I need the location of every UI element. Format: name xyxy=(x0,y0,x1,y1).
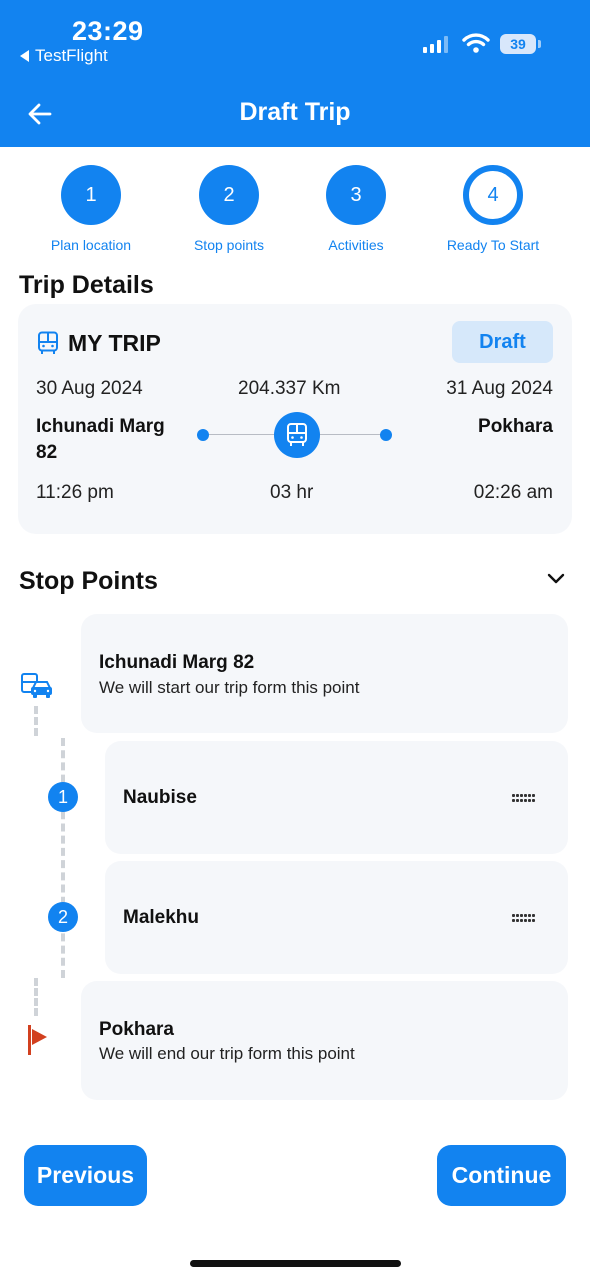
back-app-label: TestFlight xyxy=(35,46,108,65)
drag-handle-icon[interactable] xyxy=(512,914,535,922)
progress-stepper: 1 Plan location 2 Stop points 3 Activiti… xyxy=(0,165,590,255)
app-header: 23:29 TestFlight 39 Draft Trip xyxy=(0,0,590,147)
end-point-description: We will end our trip form this point xyxy=(99,1044,355,1063)
route-start-dot xyxy=(197,429,209,441)
step-number: 2 xyxy=(199,165,259,225)
trip-name: MY TRIP xyxy=(68,330,161,356)
step-number: 1 xyxy=(61,165,121,225)
start-point-description: We will start our trip form this point xyxy=(99,678,360,697)
connector-line xyxy=(34,706,38,736)
page-title: Draft Trip xyxy=(239,98,351,126)
connector-line xyxy=(61,738,65,978)
home-indicator[interactable] xyxy=(190,1260,401,1267)
drag-handle-icon[interactable] xyxy=(512,794,535,802)
end-time: 02:26 am xyxy=(473,482,553,503)
step-activities[interactable]: 3 Activities xyxy=(286,165,426,253)
stop-point-card[interactable]: Naubise xyxy=(105,741,568,854)
status-badge: Draft xyxy=(452,321,553,363)
trip-duration: 03 hr xyxy=(270,482,314,503)
chevron-down-icon[interactable] xyxy=(546,572,566,586)
trip-details-heading: Trip Details xyxy=(19,271,154,299)
bus-icon xyxy=(38,331,58,354)
wifi-icon xyxy=(462,33,490,53)
back-to-app-link[interactable]: TestFlight xyxy=(20,46,108,66)
route-end-dot xyxy=(380,429,392,441)
start-time: 11:26 pm xyxy=(36,482,114,503)
connector-line xyxy=(34,978,38,1016)
step-ready-to-start[interactable]: 4 Ready To Start xyxy=(423,165,563,253)
cellular-signal-icon xyxy=(423,36,448,53)
step-number: 4 xyxy=(463,165,523,225)
battery-level: 39 xyxy=(510,36,526,52)
start-point-name: Ichunadi Marg 82 xyxy=(99,652,255,673)
stop-point-name: Naubise xyxy=(123,787,197,808)
stop-point-card[interactable]: Malekhu xyxy=(105,861,568,974)
step-number: 3 xyxy=(326,165,386,225)
end-point-name: Pokhara xyxy=(99,1019,174,1040)
trip-summary-card[interactable]: MY TRIP Draft 30 Aug 2024 204.337 Km 31 … xyxy=(18,304,572,534)
stop-number-badge: 1 xyxy=(48,782,78,812)
step-stop-points[interactable]: 2 Stop points xyxy=(159,165,299,253)
step-plan-location[interactable]: 1 Plan location xyxy=(21,165,161,253)
stop-points-heading: Stop Points xyxy=(19,567,158,595)
flag-icon xyxy=(28,1025,47,1055)
step-label: Activities xyxy=(328,237,384,253)
origin-line-2: 82 xyxy=(36,442,58,463)
stop-point-name: Malekhu xyxy=(123,907,200,928)
step-label: Ready To Start xyxy=(446,237,540,253)
stop-number-badge: 2 xyxy=(48,902,78,932)
battery-icon: 39 xyxy=(500,34,541,54)
back-triangle-icon xyxy=(20,50,29,62)
start-point-card[interactable]: Ichunadi Marg 82 We will start our trip … xyxy=(81,614,568,733)
end-date: 31 Aug 2024 xyxy=(446,378,553,399)
destination-name: Pokhara xyxy=(478,416,553,437)
trip-distance: 204.337 Km xyxy=(238,378,341,399)
origin-line-1: Ichunadi Marg xyxy=(36,416,165,437)
car-bus-icon xyxy=(21,673,52,698)
step-label: Stop points xyxy=(193,237,265,253)
origin-name: Ichunadi Marg 82 xyxy=(36,414,165,466)
step-label: Plan location xyxy=(50,237,132,253)
previous-button[interactable]: Previous xyxy=(24,1145,147,1206)
route-bus-icon xyxy=(274,412,320,458)
start-date: 30 Aug 2024 xyxy=(36,378,143,399)
status-time: 23:29 xyxy=(72,16,144,46)
end-point-card[interactable]: Pokhara We will end our trip form this p… xyxy=(81,981,568,1100)
continue-button[interactable]: Continue xyxy=(437,1145,566,1206)
